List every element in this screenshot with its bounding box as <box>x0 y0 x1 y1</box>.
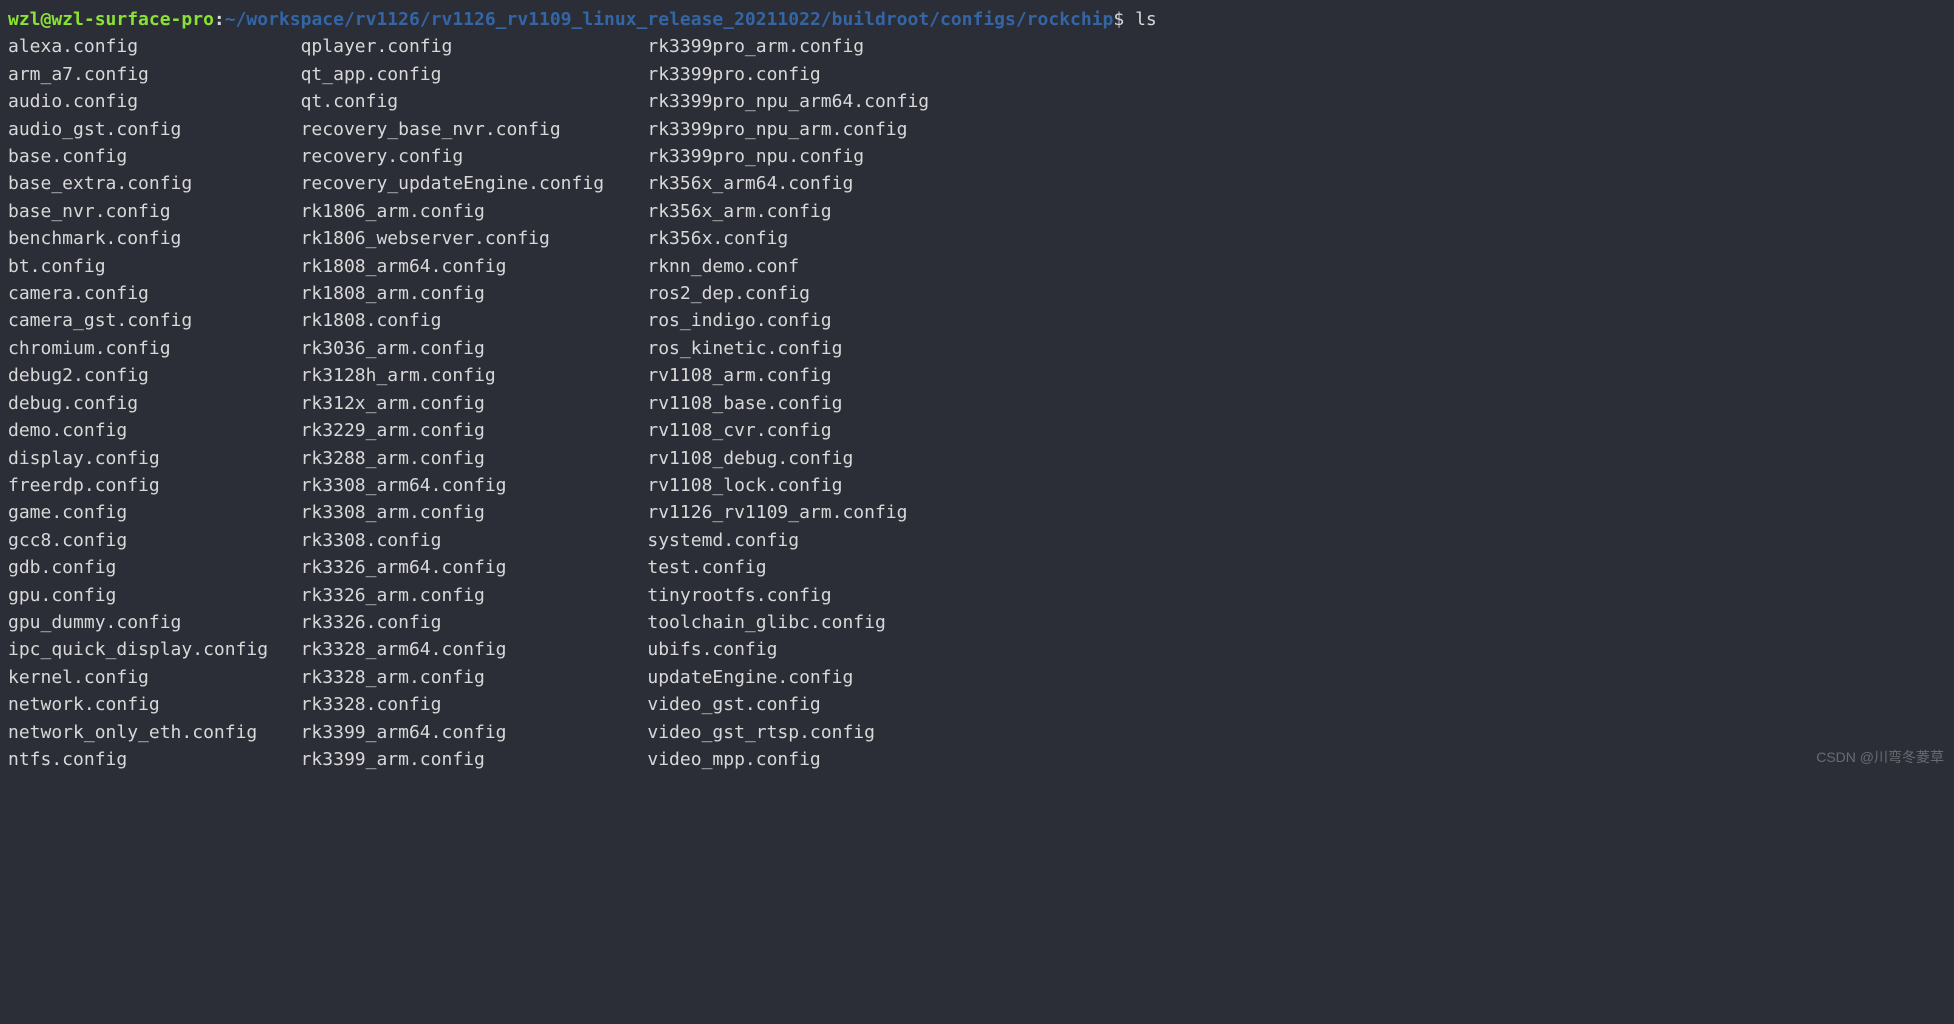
ls-row: alexa.config qplayer.config rk3399pro_ar… <box>8 33 1946 60</box>
ls-row: audio.config qt.config rk3399pro_npu_arm… <box>8 88 1946 115</box>
ls-row: gdb.config rk3326_arm64.config test.conf… <box>8 554 1946 581</box>
prompt-dollar: $ <box>1113 9 1135 30</box>
ls-row: base.config recovery.config rk3399pro_np… <box>8 143 1946 170</box>
ls-output: alexa.config qplayer.config rk3399pro_ar… <box>8 33 1946 773</box>
ls-row: chromium.config rk3036_arm.config ros_ki… <box>8 335 1946 362</box>
ls-row: freerdp.config rk3308_arm64.config rv110… <box>8 472 1946 499</box>
ls-row: gcc8.config rk3308.config systemd.config <box>8 527 1946 554</box>
watermark: CSDN @川弯冬菱草 <box>1816 744 1944 771</box>
ls-row: base_nvr.config rk1806_arm.config rk356x… <box>8 198 1946 225</box>
ls-row: benchmark.config rk1806_webserver.config… <box>8 225 1946 252</box>
ls-row: bt.config rk1808_arm64.config rknn_demo.… <box>8 253 1946 280</box>
cwd-path: ~/workspace/rv1126/rv1126_rv1109_linux_r… <box>225 9 1114 30</box>
ls-row: network_only_eth.config rk3399_arm64.con… <box>8 719 1946 746</box>
terminal-prompt[interactable]: wzl@wzl-surface-pro:~/workspace/rv1126/r… <box>8 6 1946 33</box>
ls-row: arm_a7.config qt_app.config rk3399pro.co… <box>8 61 1946 88</box>
ls-row: base_extra.config recovery_updateEngine.… <box>8 170 1946 197</box>
ls-row: debug.config rk312x_arm.config rv1108_ba… <box>8 390 1946 417</box>
ls-row: camera.config rk1808_arm.config ros2_dep… <box>8 280 1946 307</box>
ls-row: ipc_quick_display.config rk3328_arm64.co… <box>8 636 1946 663</box>
ls-row: gpu_dummy.config rk3326.config toolchain… <box>8 609 1946 636</box>
command-input[interactable]: ls <box>1135 9 1157 30</box>
ls-row: network.config rk3328.config video_gst.c… <box>8 691 1946 718</box>
user-host: wzl@wzl-surface-pro <box>8 9 214 30</box>
ls-row: demo.config rk3229_arm.config rv1108_cvr… <box>8 417 1946 444</box>
ls-row: camera_gst.config rk1808.config ros_indi… <box>8 307 1946 334</box>
ls-row: display.config rk3288_arm.config rv1108_… <box>8 445 1946 472</box>
ls-row: kernel.config rk3328_arm.config updateEn… <box>8 664 1946 691</box>
ls-row: audio_gst.config recovery_base_nvr.confi… <box>8 116 1946 143</box>
ls-row: debug2.config rk3128h_arm.config rv1108_… <box>8 362 1946 389</box>
prompt-colon: : <box>214 9 225 30</box>
ls-row: gpu.config rk3326_arm.config tinyrootfs.… <box>8 582 1946 609</box>
ls-row: game.config rk3308_arm.config rv1126_rv1… <box>8 499 1946 526</box>
ls-row: ntfs.config rk3399_arm.config video_mpp.… <box>8 746 1946 773</box>
